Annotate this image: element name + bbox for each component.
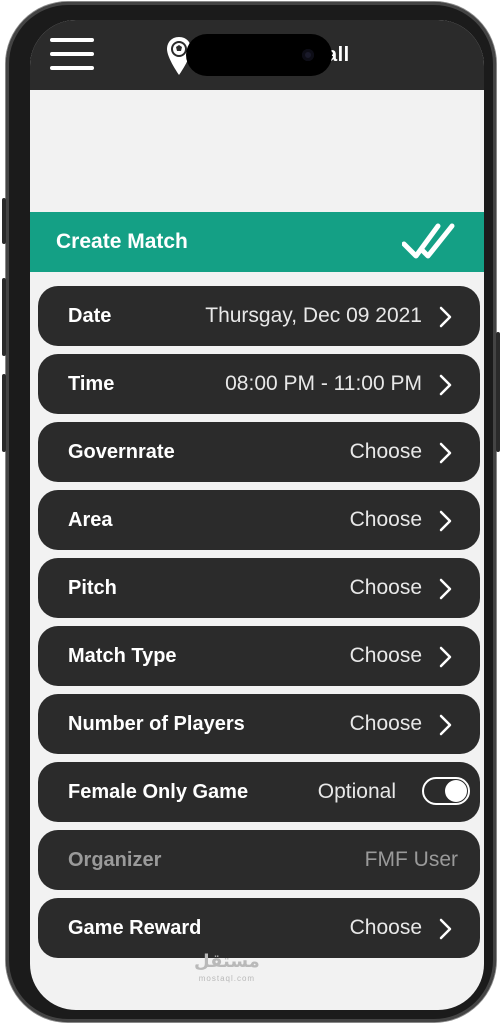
row-value: Choose (349, 508, 422, 531)
row-label: Female Only Game (68, 781, 249, 803)
governrate-row[interactable]: Governrate Choose (38, 422, 480, 482)
watermark-arabic: مستقل (194, 951, 260, 971)
volume-down-button (2, 374, 6, 452)
area-row[interactable]: Area Choose (38, 490, 480, 550)
row-value: 08:00 PM - 11:00 PM (225, 372, 422, 395)
date-row[interactable]: Date Thursgay, Dec 09 2021 (38, 286, 480, 346)
chevron-right-icon (439, 306, 452, 328)
watermark-latin: mostaql.com (198, 974, 256, 983)
number-of-players-row[interactable]: Number of Players Choose (38, 694, 480, 754)
match-type-row[interactable]: Match Type Choose (38, 626, 480, 686)
time-row[interactable]: Time 08:00 PM - 11:00 PM (38, 354, 480, 414)
row-value: Choose (349, 576, 422, 599)
phone-screen: all Create Match Date Thursgay, Dec 09 2… (30, 20, 484, 1010)
row-label: Date (68, 305, 112, 327)
row-value: Choose (349, 916, 422, 939)
create-match-bar: Create Match (30, 212, 484, 272)
action-button (2, 198, 6, 244)
chevron-right-icon (439, 374, 452, 396)
double-check-icon[interactable] (402, 222, 456, 262)
pitch-row[interactable]: Pitch Choose (38, 558, 480, 618)
row-label: Number of Players (68, 713, 245, 735)
row-label: Time (68, 373, 115, 395)
page-title: Create Match (56, 230, 188, 253)
chevron-right-icon (439, 918, 452, 940)
front-camera (302, 49, 314, 61)
hamburger-menu-icon[interactable] (50, 38, 94, 70)
toggle-knob (445, 780, 467, 802)
game-reward-row[interactable]: Game Reward Choose (38, 898, 480, 958)
watermark: مستقل mostaql.com (194, 952, 260, 988)
chevron-right-icon (439, 714, 452, 736)
row-value: Choose (349, 712, 422, 735)
row-value: Optional (317, 780, 396, 803)
row-label: Pitch (68, 577, 117, 599)
row-value: Choose (349, 644, 422, 667)
dynamic-island (186, 34, 332, 76)
row-label: Governrate (68, 441, 175, 463)
volume-up-button (2, 278, 6, 356)
row-label: Match Type (68, 645, 177, 667)
organizer-row: Organizer FMF User (38, 830, 480, 890)
app-header: all (30, 20, 484, 90)
power-button (496, 332, 500, 452)
banner-area (30, 90, 484, 212)
row-value: FMF User (364, 848, 458, 871)
chevron-right-icon (439, 442, 452, 464)
chevron-right-icon (439, 578, 452, 600)
chevron-right-icon (439, 510, 452, 532)
phone-frame: all Create Match Date Thursgay, Dec 09 2… (2, 2, 500, 1022)
row-label: Area (68, 509, 113, 531)
row-label: Game Reward (68, 917, 202, 939)
chevron-right-icon (439, 646, 452, 668)
row-value: Thursgay, Dec 09 2021 (205, 304, 422, 327)
female-only-toggle[interactable] (422, 777, 470, 805)
row-label: Organizer (68, 849, 162, 871)
female-only-game-row: Female Only Game Optional (38, 762, 480, 822)
match-form: Date Thursgay, Dec 09 2021 Time 08:00 PM… (38, 286, 480, 966)
row-value: Choose (349, 440, 422, 463)
